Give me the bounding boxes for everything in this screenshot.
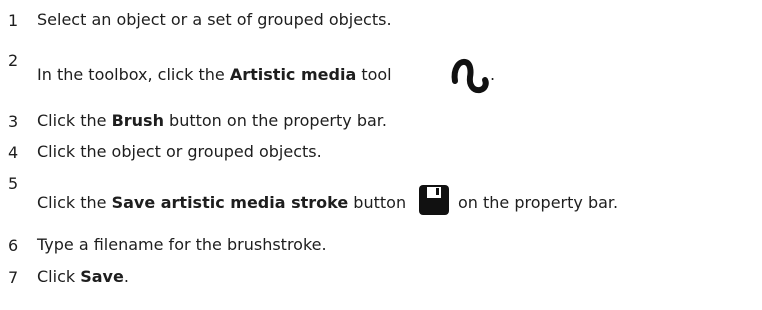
step-number: 4	[8, 143, 19, 162]
step-text-pre: Click the	[37, 193, 112, 212]
step-number: 6	[8, 236, 19, 255]
step-text-tail: on the property bar.	[458, 193, 619, 212]
step-text-post: button on the property bar.	[163, 111, 387, 130]
step-text: Click the Brush button on the property b…	[37, 111, 387, 131]
step-number: 3	[8, 112, 19, 131]
step-text: Select an object or a set of grouped obj…	[37, 10, 392, 29]
button-name: Save artistic media stroke	[111, 193, 349, 212]
step-text-pre: In the toolbox, click the	[37, 65, 230, 84]
artistic-media-icon	[449, 55, 491, 99]
step-number: 1	[8, 11, 19, 30]
save-stroke-icon	[418, 184, 450, 220]
step-text: Type a filename for the brushstroke.	[37, 235, 327, 254]
button-name: Save	[80, 267, 124, 286]
step-text-post: button	[348, 193, 407, 212]
step-text: In the toolbox, click the Artistic media…	[37, 65, 392, 85]
procedure-steps: 1 Select an object or a set of grouped o…	[0, 0, 762, 310]
step-text-pre: Click the	[37, 111, 112, 130]
step-text-pre: Click	[37, 267, 81, 286]
step-text-post: .	[123, 267, 129, 286]
tool-name: Artistic media	[229, 65, 357, 84]
step-number: 2	[8, 51, 19, 70]
step-text-post: tool	[356, 65, 392, 84]
step-number: 7	[8, 268, 19, 287]
button-name: Brush	[111, 111, 164, 130]
step-text: Click the object or grouped objects.	[37, 142, 322, 161]
step-text-tail: .	[490, 65, 496, 84]
step-text: Click Save.	[37, 267, 129, 287]
step-text: Click the Save artistic media stroke but…	[37, 193, 406, 213]
step-number: 5	[8, 174, 19, 193]
